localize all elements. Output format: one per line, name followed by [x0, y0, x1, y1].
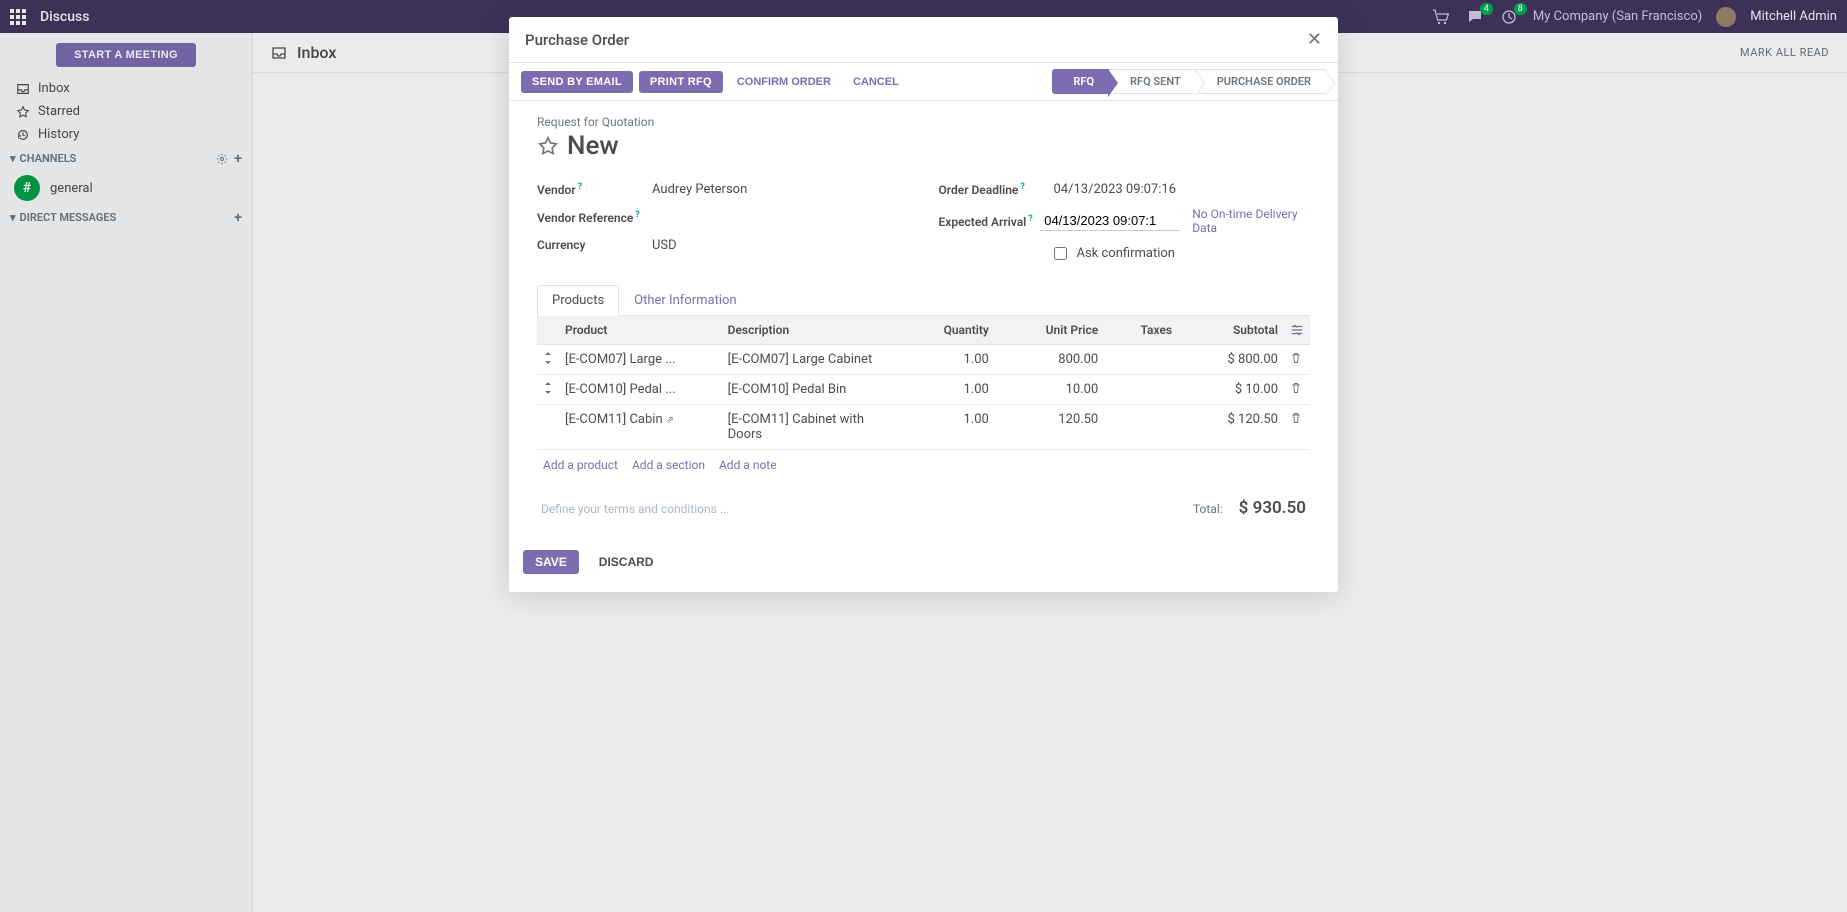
save-button[interactable]: SAVE: [523, 550, 579, 574]
send-email-button[interactable]: SEND BY EMAIL: [521, 71, 633, 93]
subtotal-cell: $ 800.00: [1178, 345, 1284, 375]
th-quantity[interactable]: Quantity: [898, 316, 995, 345]
topnav-right: 4 8 My Company (San Francisco) Mitchell …: [1431, 7, 1837, 27]
drag-handle-icon[interactable]: [537, 375, 559, 405]
close-icon[interactable]: ✕: [1307, 29, 1322, 50]
unit-price-cell[interactable]: 800.00: [995, 345, 1104, 375]
drag-handle-icon: [537, 405, 559, 450]
external-link-icon[interactable]: ⇗: [666, 415, 674, 426]
quantity-cell[interactable]: 1.00: [898, 375, 995, 405]
tab-other-info[interactable]: Other Information: [619, 285, 751, 315]
help-icon[interactable]: ?: [635, 210, 639, 220]
currency-label: Currency: [537, 238, 652, 252]
modal-overlay: Purchase Order ✕ SEND BY EMAIL PRINT RFQ…: [0, 33, 1847, 912]
subtotal-cell: $ 10.00: [1178, 375, 1284, 405]
table-row[interactable]: [E-COM07] Large ...[E-COM07] Large Cabin…: [537, 345, 1310, 375]
drag-handle-icon[interactable]: [537, 345, 559, 375]
status-rfq[interactable]: RFQ: [1052, 69, 1109, 94]
vendor-label: Vendor?: [537, 182, 652, 197]
confirm-order-button[interactable]: CONFIRM ORDER: [729, 71, 839, 93]
quantity-cell[interactable]: 1.00: [898, 345, 995, 375]
po-title: New: [567, 131, 619, 161]
taxes-cell[interactable]: [1104, 405, 1178, 450]
th-taxes[interactable]: Taxes: [1104, 316, 1178, 345]
status-bar: RFQ RFQ SENT PURCHASE ORDER: [1052, 69, 1326, 94]
quantity-cell[interactable]: 1.00: [898, 405, 995, 450]
delivery-data-link[interactable]: No On-time Delivery Data: [1192, 207, 1310, 235]
tab-products[interactable]: Products: [537, 285, 619, 316]
product-cell[interactable]: [E-COM11] Cabin⇗: [559, 405, 722, 450]
status-rfq-sent[interactable]: RFQ SENT: [1109, 69, 1196, 94]
cancel-button[interactable]: CANCEL: [845, 71, 907, 93]
vendor-ref-label: Vendor Reference?: [537, 210, 652, 225]
unit-price-cell[interactable]: 10.00: [995, 375, 1104, 405]
th-product[interactable]: Product: [559, 316, 722, 345]
help-icon[interactable]: ?: [1020, 182, 1024, 192]
table-row[interactable]: [E-COM10] Pedal ...[E-COM10] Pedal Bin1.…: [537, 375, 1310, 405]
discard-button[interactable]: DISCARD: [589, 550, 664, 574]
status-purchase-order[interactable]: PURCHASE ORDER: [1196, 69, 1326, 94]
delete-row-icon[interactable]: [1284, 375, 1310, 405]
product-cell[interactable]: [E-COM07] Large ...: [559, 345, 722, 375]
apps-icon[interactable]: [10, 9, 26, 25]
company-name[interactable]: My Company (San Francisco): [1533, 9, 1702, 24]
cart-icon[interactable]: [1431, 7, 1451, 27]
table-row[interactable]: [E-COM11] Cabin⇗[E-COM11] Cabinet with D…: [537, 405, 1310, 450]
add-section-link[interactable]: Add a section: [632, 458, 705, 472]
taxes-cell[interactable]: [1104, 375, 1178, 405]
ask-confirmation-checkbox[interactable]: [1054, 247, 1067, 260]
rfq-label: Request for Quotation: [537, 115, 1310, 129]
deadline-field[interactable]: 04/13/2023 09:07:16: [1054, 182, 1311, 197]
total-label: Total:: [1193, 502, 1223, 516]
delete-row-icon[interactable]: [1284, 405, 1310, 450]
help-icon[interactable]: ?: [1028, 214, 1032, 224]
description-cell[interactable]: [E-COM07] Large Cabinet: [722, 345, 898, 375]
clock-badge: 8: [1514, 3, 1527, 15]
deadline-label: Order Deadline?: [939, 182, 1054, 197]
options-icon[interactable]: [1284, 316, 1310, 345]
clock-icon[interactable]: 8: [1499, 7, 1519, 27]
description-cell[interactable]: [E-COM11] Cabinet with Doors: [722, 405, 898, 450]
order-lines-table: Product Description Quantity Unit Price …: [537, 316, 1310, 450]
chat-badge: 4: [1480, 3, 1493, 15]
subtotal-cell: $ 120.50: [1178, 405, 1284, 450]
unit-price-cell[interactable]: 120.50: [995, 405, 1104, 450]
arrival-label: Expected Arrival?: [939, 214, 1041, 229]
product-cell[interactable]: [E-COM10] Pedal ...: [559, 375, 722, 405]
taxes-cell[interactable]: [1104, 345, 1178, 375]
modal-title: Purchase Order: [525, 31, 629, 49]
th-subtotal[interactable]: Subtotal: [1178, 316, 1284, 345]
print-rfq-button[interactable]: PRINT RFQ: [639, 71, 723, 93]
vendor-field[interactable]: Audrey Peterson: [652, 182, 909, 197]
purchase-order-modal: Purchase Order ✕ SEND BY EMAIL PRINT RFQ…: [509, 17, 1338, 592]
th-unit-price[interactable]: Unit Price: [995, 316, 1104, 345]
total-value: $ 930.50: [1239, 498, 1306, 518]
terms-placeholder[interactable]: Define your terms and conditions ...: [541, 498, 729, 518]
user-name[interactable]: Mitchell Admin: [1750, 9, 1837, 24]
currency-field[interactable]: USD: [652, 238, 909, 253]
chat-icon[interactable]: 4: [1465, 7, 1485, 27]
description-cell[interactable]: [E-COM10] Pedal Bin: [722, 375, 898, 405]
add-product-link[interactable]: Add a product: [543, 458, 618, 472]
ask-confirmation-label: Ask confirmation: [1077, 246, 1176, 261]
priority-star-icon[interactable]: [537, 135, 559, 157]
delete-row-icon[interactable]: [1284, 345, 1310, 375]
arrival-field[interactable]: [1040, 211, 1180, 231]
th-description[interactable]: Description: [722, 316, 898, 345]
avatar[interactable]: [1716, 7, 1736, 27]
help-icon[interactable]: ?: [578, 182, 582, 192]
add-note-link[interactable]: Add a note: [719, 458, 777, 472]
